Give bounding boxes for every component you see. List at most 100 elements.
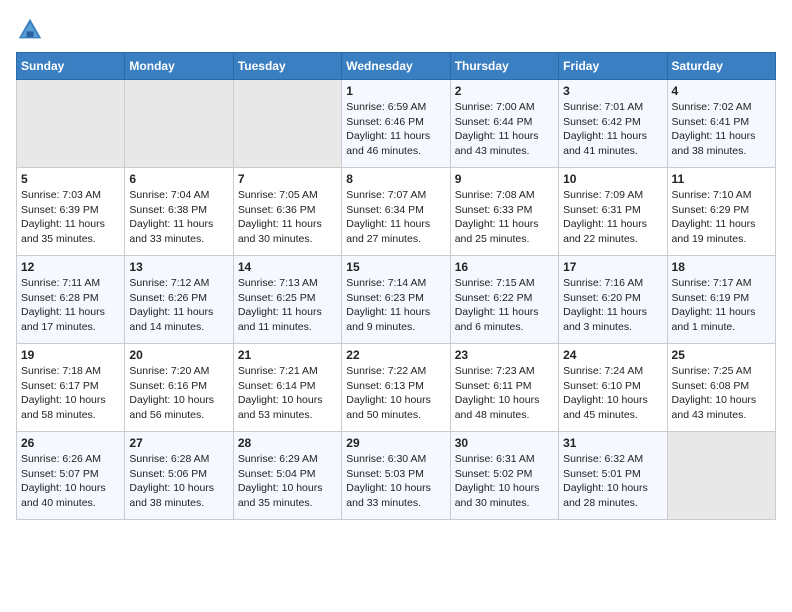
calendar-cell <box>17 80 125 168</box>
week-row-1: 5Sunrise: 7:03 AM Sunset: 6:39 PM Daylig… <box>17 168 776 256</box>
day-number: 12 <box>21 260 120 274</box>
cell-content: Sunrise: 7:11 AM Sunset: 6:28 PM Dayligh… <box>21 276 120 335</box>
day-number: 29 <box>346 436 445 450</box>
day-number: 21 <box>238 348 337 362</box>
logo-icon <box>16 16 44 44</box>
day-number: 18 <box>672 260 771 274</box>
day-number: 22 <box>346 348 445 362</box>
cell-content: Sunrise: 7:17 AM Sunset: 6:19 PM Dayligh… <box>672 276 771 335</box>
logo <box>16 16 48 44</box>
day-number: 17 <box>563 260 662 274</box>
day-number: 24 <box>563 348 662 362</box>
cell-content: Sunrise: 6:30 AM Sunset: 5:03 PM Dayligh… <box>346 452 445 511</box>
cell-content: Sunrise: 7:01 AM Sunset: 6:42 PM Dayligh… <box>563 100 662 159</box>
header <box>16 16 776 44</box>
calendar-cell: 1 Sunrise: 6:59 AM Sunset: 6:46 PM Daylig… <box>342 80 450 168</box>
calendar-cell: 24 Sunrise: 7:24 AM Sunset: 6:10 PM Dayli… <box>559 344 667 432</box>
week-row-2: 12 Sunrise: 7:11 AM Sunset: 6:28 PM Dayli… <box>17 256 776 344</box>
cell-content: Sunrise: 7:14 AM Sunset: 6:23 PM Dayligh… <box>346 276 445 335</box>
calendar-cell <box>667 432 775 520</box>
cell-content: Sunrise: 6:29 AM Sunset: 5:04 PM Dayligh… <box>238 452 337 511</box>
calendar-cell: 2Sunrise: 7:00 AM Sunset: 6:44 PM Daylig… <box>450 80 558 168</box>
day-number: 9 <box>455 172 554 186</box>
weekday-header-monday: Monday <box>125 53 233 80</box>
day-number: 5 <box>21 172 120 186</box>
calendar-cell: 3 Sunrise: 7:01 AM Sunset: 6:42 PM Daylig… <box>559 80 667 168</box>
day-number: 4 <box>672 84 771 98</box>
cell-content: Sunrise: 6:32 AM Sunset: 5:01 PM Dayligh… <box>563 452 662 511</box>
calendar-cell: 17 Sunrise: 7:16 AM Sunset: 6:20 PM Dayli… <box>559 256 667 344</box>
cell-content: Sunrise: 7:02 AM Sunset: 6:41 PM Dayligh… <box>672 100 771 159</box>
calendar-cell: 18 Sunrise: 7:17 AM Sunset: 6:19 PM Dayli… <box>667 256 775 344</box>
cell-content: Sunrise: 7:20 AM Sunset: 6:16 PM Dayligh… <box>129 364 228 423</box>
calendar-cell: 16 Sunrise: 7:15 AM Sunset: 6:22 PM Dayli… <box>450 256 558 344</box>
week-row-0: 1 Sunrise: 6:59 AM Sunset: 6:46 PM Daylig… <box>17 80 776 168</box>
cell-content: Sunrise: 6:26 AM Sunset: 5:07 PM Dayligh… <box>21 452 120 511</box>
weekday-header-sunday: Sunday <box>17 53 125 80</box>
day-number: 30 <box>455 436 554 450</box>
calendar-cell: 25Sunrise: 7:25 AM Sunset: 6:08 PM Dayli… <box>667 344 775 432</box>
calendar-cell: 20 Sunrise: 7:20 AM Sunset: 6:16 PM Dayli… <box>125 344 233 432</box>
day-number: 20 <box>129 348 228 362</box>
cell-content: Sunrise: 7:08 AM Sunset: 6:33 PM Dayligh… <box>455 188 554 247</box>
calendar-cell: 12 Sunrise: 7:11 AM Sunset: 6:28 PM Dayli… <box>17 256 125 344</box>
week-row-4: 26Sunrise: 6:26 AM Sunset: 5:07 PM Dayli… <box>17 432 776 520</box>
weekday-header-tuesday: Tuesday <box>233 53 341 80</box>
day-number: 28 <box>238 436 337 450</box>
cell-content: Sunrise: 6:28 AM Sunset: 5:06 PM Dayligh… <box>129 452 228 511</box>
weekday-header-thursday: Thursday <box>450 53 558 80</box>
calendar-cell: 13 Sunrise: 7:12 AM Sunset: 6:26 PM Dayli… <box>125 256 233 344</box>
cell-content: Sunrise: 7:04 AM Sunset: 6:38 PM Dayligh… <box>129 188 228 247</box>
day-number: 11 <box>672 172 771 186</box>
calendar-cell: 21 Sunrise: 7:21 AM Sunset: 6:14 PM Dayli… <box>233 344 341 432</box>
cell-content: Sunrise: 7:05 AM Sunset: 6:36 PM Dayligh… <box>238 188 337 247</box>
weekday-header-friday: Friday <box>559 53 667 80</box>
day-number: 19 <box>21 348 120 362</box>
calendar-cell: 11 Sunrise: 7:10 AM Sunset: 6:29 PM Dayli… <box>667 168 775 256</box>
week-row-3: 19 Sunrise: 7:18 AM Sunset: 6:17 PM Dayli… <box>17 344 776 432</box>
day-number: 31 <box>563 436 662 450</box>
cell-content: Sunrise: 7:07 AM Sunset: 6:34 PM Dayligh… <box>346 188 445 247</box>
cell-content: Sunrise: 7:13 AM Sunset: 6:25 PM Dayligh… <box>238 276 337 335</box>
calendar-cell: 5Sunrise: 7:03 AM Sunset: 6:39 PM Daylig… <box>17 168 125 256</box>
cell-content: Sunrise: 6:31 AM Sunset: 5:02 PM Dayligh… <box>455 452 554 511</box>
calendar-table: SundayMondayTuesdayWednesdayThursdayFrid… <box>16 52 776 520</box>
weekday-header-row: SundayMondayTuesdayWednesdayThursdayFrid… <box>17 53 776 80</box>
calendar-cell: 29 Sunrise: 6:30 AM Sunset: 5:03 PM Dayli… <box>342 432 450 520</box>
calendar-cell: 31 Sunrise: 6:32 AM Sunset: 5:01 PM Dayli… <box>559 432 667 520</box>
calendar-cell: 10 Sunrise: 7:09 AM Sunset: 6:31 PM Dayli… <box>559 168 667 256</box>
day-number: 1 <box>346 84 445 98</box>
cell-content: Sunrise: 7:23 AM Sunset: 6:11 PM Dayligh… <box>455 364 554 423</box>
calendar-cell <box>125 80 233 168</box>
weekday-header-wednesday: Wednesday <box>342 53 450 80</box>
cell-content: Sunrise: 7:21 AM Sunset: 6:14 PM Dayligh… <box>238 364 337 423</box>
calendar-cell: 23Sunrise: 7:23 AM Sunset: 6:11 PM Dayli… <box>450 344 558 432</box>
calendar-cell: 4 Sunrise: 7:02 AM Sunset: 6:41 PM Daylig… <box>667 80 775 168</box>
cell-content: Sunrise: 7:12 AM Sunset: 6:26 PM Dayligh… <box>129 276 228 335</box>
calendar-cell: 8 Sunrise: 7:07 AM Sunset: 6:34 PM Daylig… <box>342 168 450 256</box>
calendar-cell: 27Sunrise: 6:28 AM Sunset: 5:06 PM Dayli… <box>125 432 233 520</box>
calendar-cell: 30 Sunrise: 6:31 AM Sunset: 5:02 PM Dayli… <box>450 432 558 520</box>
calendar-cell: 9 Sunrise: 7:08 AM Sunset: 6:33 PM Daylig… <box>450 168 558 256</box>
day-number: 8 <box>346 172 445 186</box>
day-number: 13 <box>129 260 228 274</box>
cell-content: Sunrise: 6:59 AM Sunset: 6:46 PM Dayligh… <box>346 100 445 159</box>
cell-content: Sunrise: 7:16 AM Sunset: 6:20 PM Dayligh… <box>563 276 662 335</box>
calendar-cell: 6Sunrise: 7:04 AM Sunset: 6:38 PM Daylig… <box>125 168 233 256</box>
calendar-cell: 22Sunrise: 7:22 AM Sunset: 6:13 PM Dayli… <box>342 344 450 432</box>
calendar-cell: 28 Sunrise: 6:29 AM Sunset: 5:04 PM Dayli… <box>233 432 341 520</box>
cell-content: Sunrise: 7:24 AM Sunset: 6:10 PM Dayligh… <box>563 364 662 423</box>
cell-content: Sunrise: 7:10 AM Sunset: 6:29 PM Dayligh… <box>672 188 771 247</box>
day-number: 16 <box>455 260 554 274</box>
calendar-cell: 7Sunrise: 7:05 AM Sunset: 6:36 PM Daylig… <box>233 168 341 256</box>
day-number: 10 <box>563 172 662 186</box>
weekday-header-saturday: Saturday <box>667 53 775 80</box>
cell-content: Sunrise: 7:18 AM Sunset: 6:17 PM Dayligh… <box>21 364 120 423</box>
day-number: 3 <box>563 84 662 98</box>
cell-content: Sunrise: 7:09 AM Sunset: 6:31 PM Dayligh… <box>563 188 662 247</box>
calendar-cell <box>233 80 341 168</box>
calendar-cell: 19 Sunrise: 7:18 AM Sunset: 6:17 PM Dayli… <box>17 344 125 432</box>
day-number: 2 <box>455 84 554 98</box>
calendar-cell: 26Sunrise: 6:26 AM Sunset: 5:07 PM Dayli… <box>17 432 125 520</box>
cell-content: Sunrise: 7:15 AM Sunset: 6:22 PM Dayligh… <box>455 276 554 335</box>
